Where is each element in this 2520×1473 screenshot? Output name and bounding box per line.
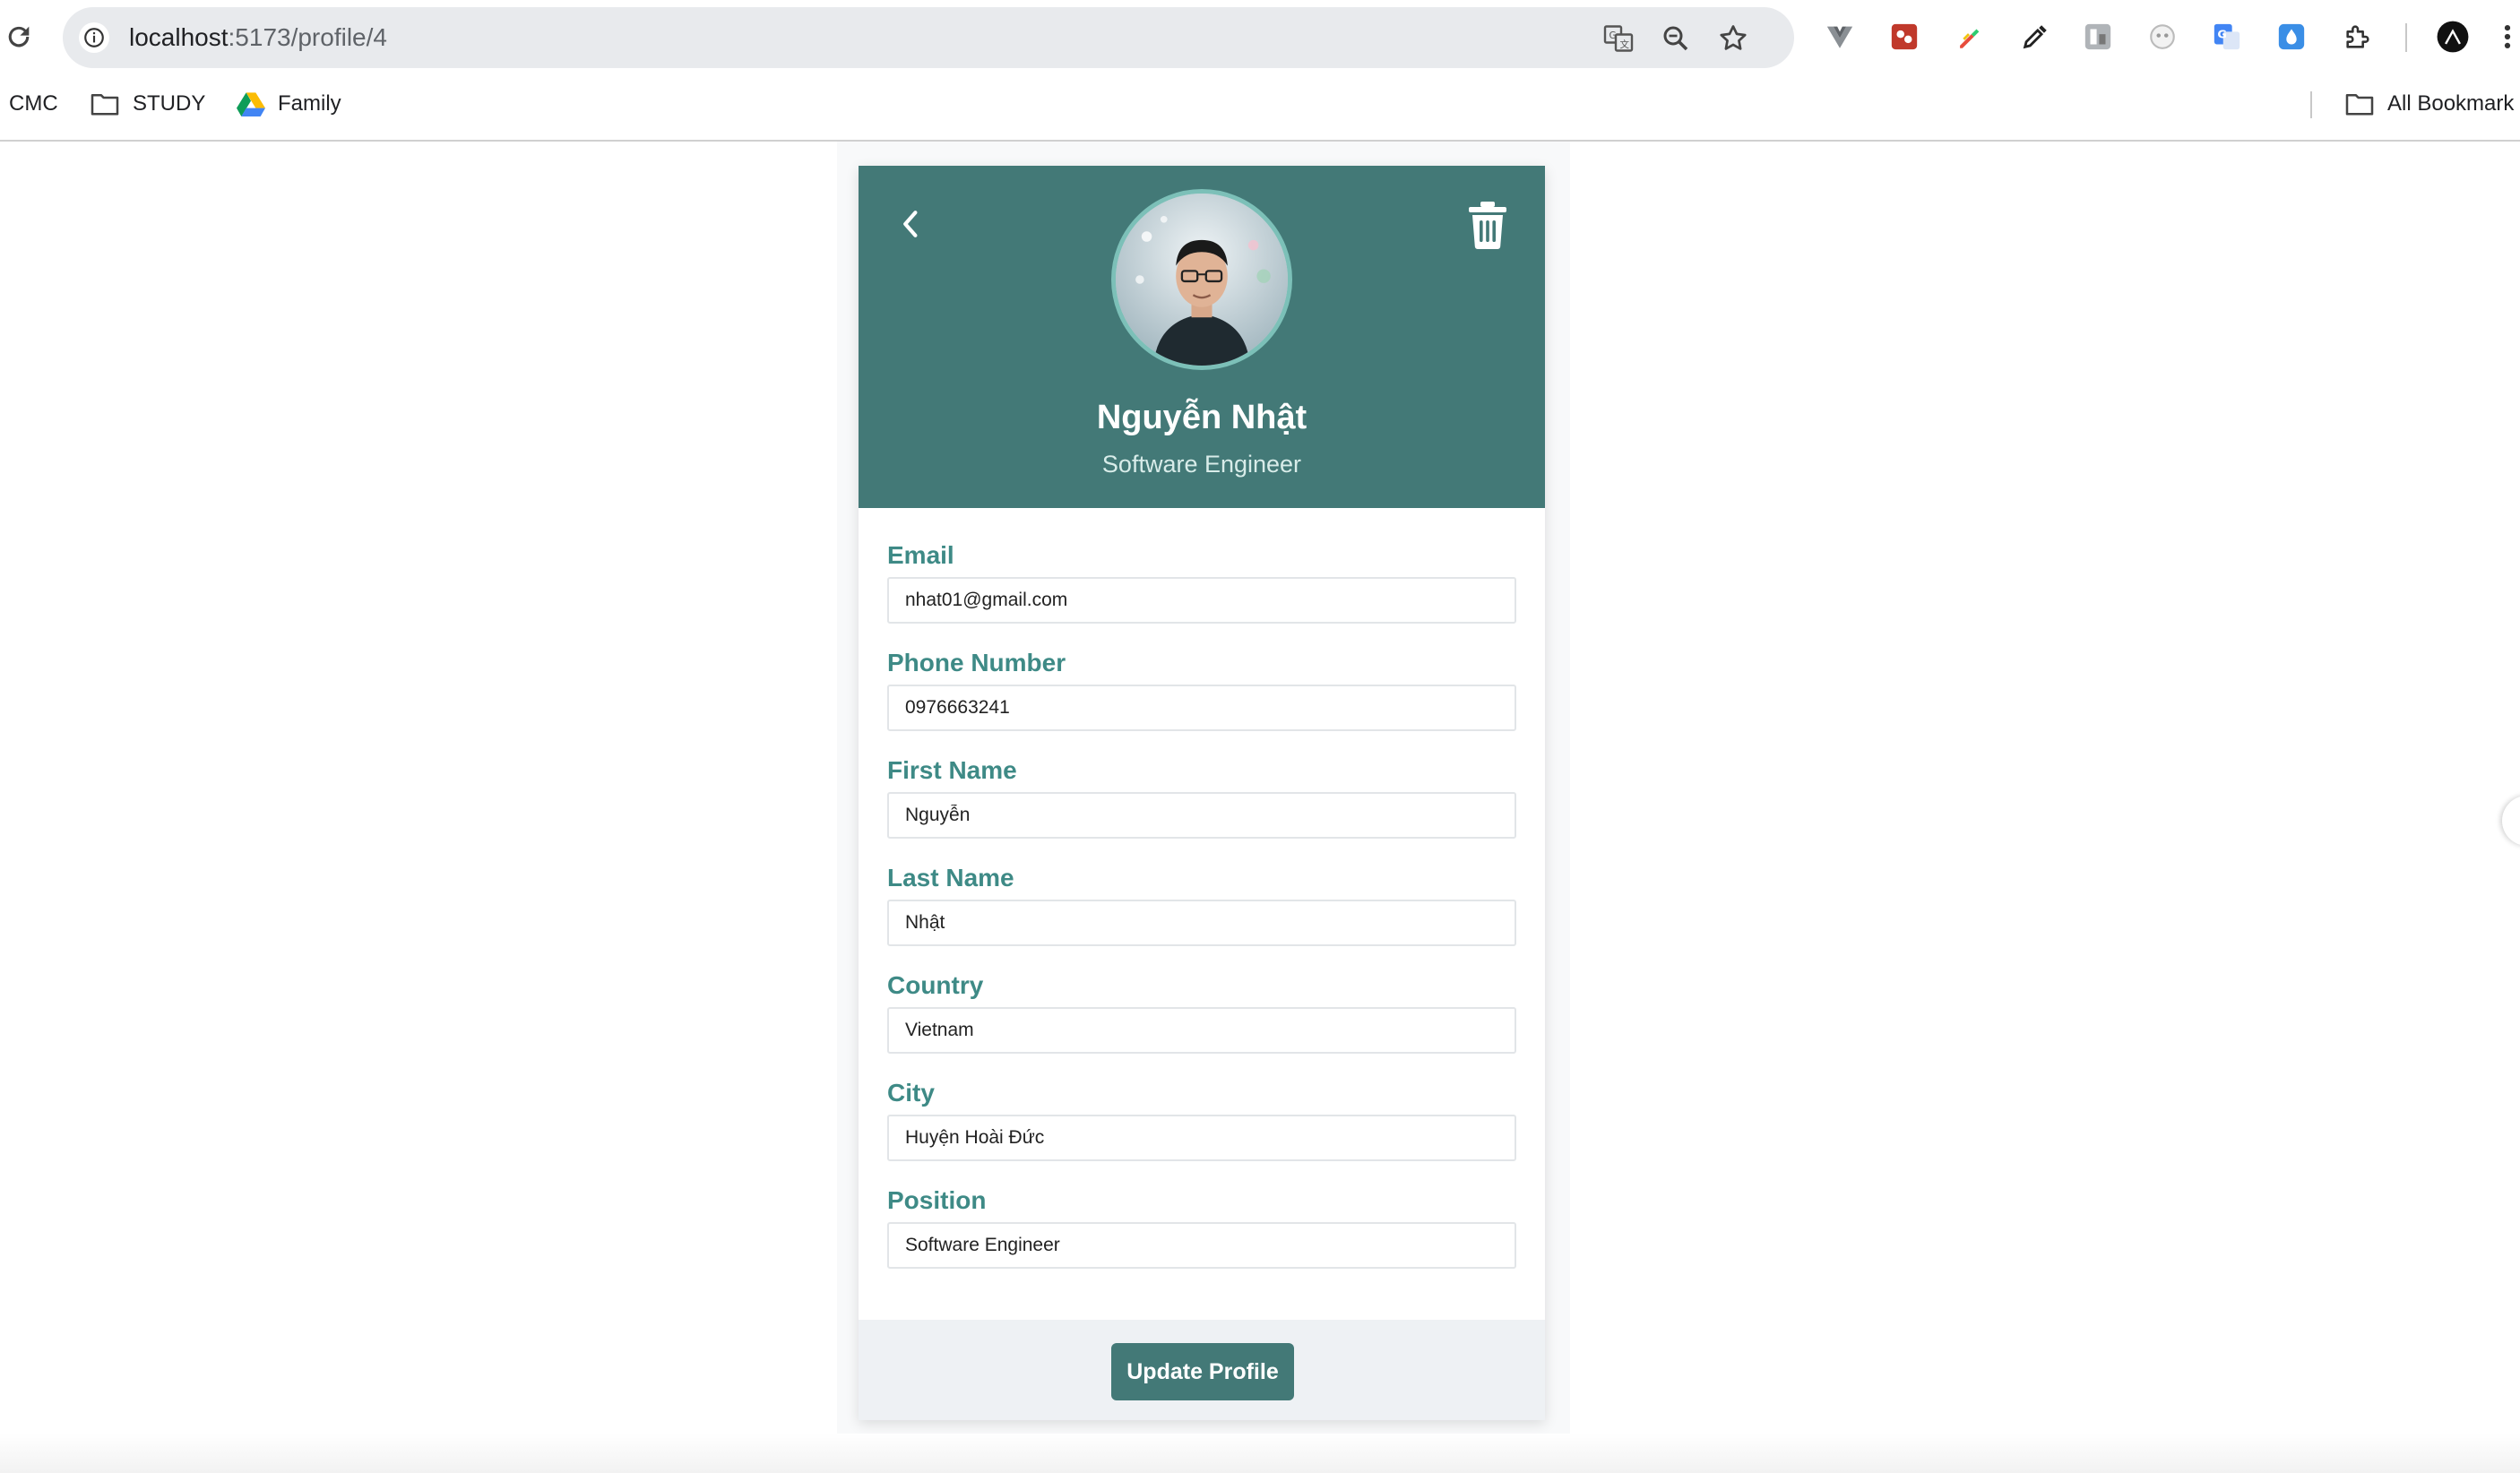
svg-text:G: G (1610, 30, 1617, 41)
google-translate-icon[interactable]: G (2210, 20, 2244, 54)
avatar-photo (1116, 194, 1288, 366)
phone-label: Phone Number (887, 649, 1066, 676)
window-bottom-edge (0, 1434, 2520, 1473)
back-button[interactable] (889, 203, 930, 245)
eyedropper-icon[interactable] (2018, 20, 2052, 54)
update-profile-button[interactable]: Update Profile (1111, 1343, 1294, 1400)
first-name-label: First Name (887, 756, 1017, 784)
url-text[interactable]: localhost:5173/profile/4 (129, 7, 387, 68)
bookmark-cmc[interactable]: CMC (9, 79, 58, 129)
position-input[interactable] (887, 1222, 1516, 1269)
country-input[interactable] (887, 1007, 1516, 1054)
bookmarks-separator (2310, 91, 2312, 118)
trash-icon (1469, 202, 1506, 249)
all-bookmarks[interactable]: All Bookmark (2344, 79, 2514, 129)
profile-position: Software Engineer (1101, 451, 1302, 478)
svg-text:文: 文 (1620, 39, 1630, 50)
bookmark-label: STUDY (133, 91, 206, 116)
extension-drop-icon[interactable] (2274, 20, 2309, 54)
country-field-group: Country (887, 969, 1516, 1054)
bookmark-star-icon[interactable] (1717, 22, 1749, 55)
vue-devtools-icon[interactable] (1823, 20, 1857, 54)
site-info-icon[interactable] (79, 22, 109, 53)
extension-gray-icon[interactable] (2081, 20, 2115, 54)
email-input[interactable] (887, 577, 1516, 624)
profile-header: Nguyễn Nhật Software Engineer (859, 166, 1545, 508)
chevron-left-icon (903, 211, 918, 237)
last-name-label: Last Name (887, 864, 1014, 892)
profile-name: Nguyễn Nhật (1096, 399, 1307, 436)
google-drive-icon (237, 92, 265, 116)
extension-panda-icon[interactable] (2145, 20, 2179, 54)
first-name-field-group: First Name (887, 754, 1516, 839)
reload-icon[interactable] (4, 22, 34, 52)
url-path: :5173/profile/4 (228, 23, 387, 51)
address-bar[interactable]: localhost:5173/profile/4 G文 (63, 7, 1794, 68)
bookmark-family[interactable]: Family (237, 79, 341, 129)
translate-icon[interactable]: G文 (1602, 22, 1635, 55)
folder-icon (2345, 93, 2374, 116)
bookmark-label: CMC (9, 91, 58, 116)
phone-input[interactable] (887, 685, 1516, 731)
city-field-group: City (887, 1077, 1516, 1161)
bookmarks-bar: CMC STUDY Family All Bookmark (0, 79, 2520, 129)
first-name-input[interactable] (887, 792, 1516, 839)
folder-icon (91, 93, 119, 116)
position-label: Position (887, 1186, 987, 1214)
svg-text:G: G (2217, 28, 2226, 41)
email-label: Email (887, 541, 954, 569)
bookmark-label: Family (278, 91, 341, 116)
country-label: Country (887, 971, 984, 999)
last-name-input[interactable] (887, 900, 1516, 946)
menu-kebab-icon[interactable] (2495, 20, 2520, 54)
email-field-group: Email (887, 539, 1516, 624)
avatar (1111, 189, 1292, 370)
all-bookmarks-label: All Bookmark (2387, 91, 2515, 116)
extensions-puzzle-icon[interactable] (2341, 20, 2375, 54)
extension-red-icon[interactable] (1887, 20, 1921, 54)
city-input[interactable] (887, 1115, 1516, 1161)
zoom-icon[interactable] (1660, 22, 1692, 55)
last-name-field-group: Last Name (887, 862, 1516, 946)
browser-chrome: localhost:5173/profile/4 G文 G CMC STUDY … (0, 0, 2520, 142)
toolbar-separator (2405, 23, 2407, 52)
color-picker-icon[interactable] (1952, 20, 1986, 54)
city-label: City (887, 1079, 935, 1107)
phone-field-group: Phone Number (887, 647, 1516, 731)
profile-card: Nguyễn Nhật Software Engineer Email Phon… (859, 166, 1545, 1420)
url-host: localhost (129, 23, 229, 51)
bookmark-folder-study[interactable]: STUDY (90, 79, 205, 129)
profile-avatar-icon[interactable] (2436, 20, 2470, 54)
side-widget-tab[interactable] (2502, 796, 2520, 846)
position-field-group: Position (887, 1184, 1516, 1269)
delete-button[interactable] (1464, 198, 1511, 252)
card-footer: Update Profile (859, 1320, 1545, 1420)
